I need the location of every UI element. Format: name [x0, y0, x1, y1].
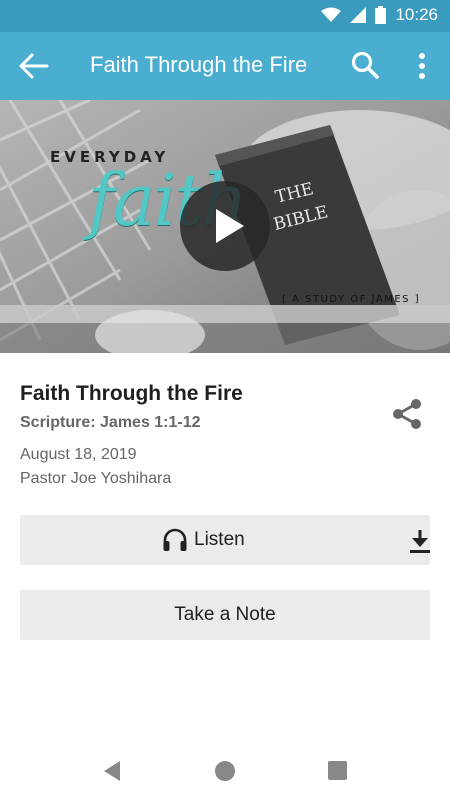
status-icons: 10:26 [321, 5, 438, 25]
download-icon[interactable] [406, 527, 434, 555]
status-bar: 10:26 [0, 0, 450, 32]
cell-signal-icon [350, 7, 367, 23]
app-bar: Faith Through the Fire [0, 32, 450, 100]
nav-home-icon[interactable] [215, 761, 235, 781]
sermon-title: Faith Through the Fire [20, 382, 243, 405]
listen-label: Listen [194, 529, 245, 550]
share-icon[interactable] [390, 397, 424, 431]
status-time: 10:26 [395, 5, 438, 24]
arrow-back-icon[interactable] [18, 52, 50, 80]
system-nav-bar [0, 745, 450, 800]
artwork-series-label: [ A STUDY OF JAMES ] [282, 294, 421, 305]
sermon-scripture: Scripture: James 1:1-12 [20, 414, 201, 431]
play-button[interactable] [180, 181, 270, 271]
play-icon [216, 209, 244, 243]
nav-recents-icon[interactable] [328, 761, 347, 780]
more-vert-icon[interactable] [410, 50, 434, 82]
wifi-icon [321, 7, 342, 22]
sermon-speaker: Pastor Joe Yoshihara [20, 470, 172, 487]
headphones-icon [163, 528, 187, 551]
take-a-note-label: Take a Note [174, 604, 276, 625]
sermon-date: August 18, 2019 [20, 446, 137, 463]
battery-icon [375, 6, 387, 24]
listen-button[interactable]: Listen [20, 515, 430, 565]
page-title: Faith Through the Fire [90, 52, 308, 77]
sermon-artwork: EVERYDAY faith THE BIBLE [ A STUDY OF JA… [0, 100, 450, 353]
nav-back-icon[interactable] [100, 759, 124, 783]
search-icon[interactable] [350, 50, 380, 80]
take-a-note-button[interactable]: Take a Note [20, 590, 430, 640]
